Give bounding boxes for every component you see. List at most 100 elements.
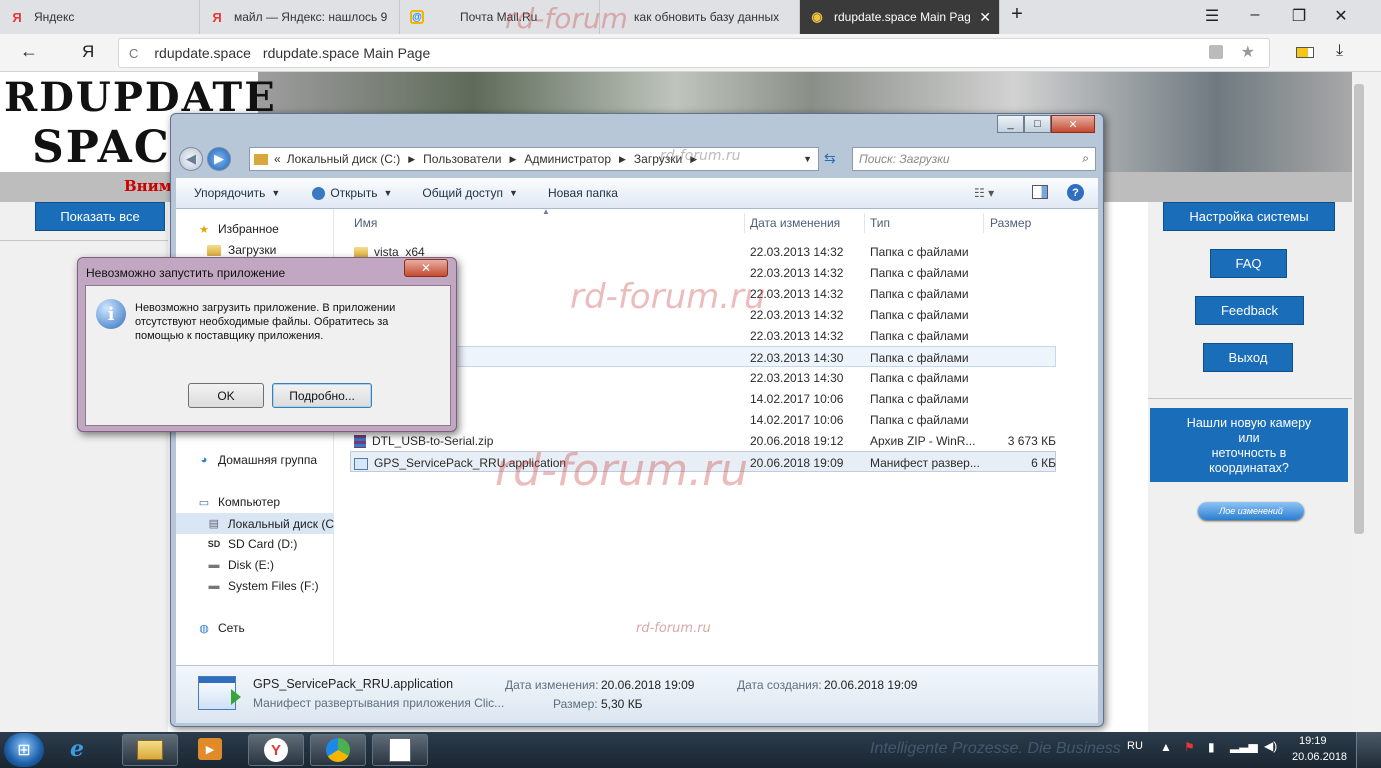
battery-icon[interactable] — [1296, 47, 1314, 58]
watermark: rd-forum.ru — [570, 277, 766, 317]
battery-icon[interactable]: ▮ — [1208, 740, 1215, 754]
back-button[interactable]: ← — [20, 41, 38, 62]
search-icon[interactable]: ⌕ — [1082, 151, 1089, 166]
close-icon[interactable]: ✕ — [404, 259, 448, 277]
internet-explorer-icon[interactable]: e — [70, 736, 84, 762]
media-player-icon[interactable]: ▶ — [198, 738, 222, 760]
share-button[interactable]: Общий доступ ▼ — [422, 186, 518, 200]
help-icon[interactable]: ? — [1067, 184, 1084, 201]
reload-icon[interactable]: C — [129, 46, 138, 61]
flag-icon[interactable]: ⚑ — [1184, 740, 1195, 754]
url-field[interactable]: C rdupdate.space rdupdate.space Main Pag… — [118, 38, 1270, 68]
nav-favorites[interactable]: ★ Избранное — [196, 222, 279, 236]
report-camera-box[interactable]: Нашли новую камеру или неточность в коор… — [1150, 408, 1348, 482]
logout-button[interactable]: Выход — [1203, 343, 1293, 372]
column-type[interactable]: Тип — [870, 216, 890, 230]
taskbar: ⊞ e ▶ Y Intelligente Prozesse. Die Busin… — [0, 732, 1381, 768]
search-input[interactable]: Поиск: Загрузки ⌕ — [852, 147, 1096, 171]
details-size-label: Размер: — [553, 697, 598, 711]
minimize-icon[interactable]: _ — [997, 115, 1024, 133]
system-settings-button[interactable]: Настройка системы — [1163, 202, 1335, 231]
caret-down-icon: ▼ — [271, 188, 281, 198]
dialog-message: Невозможно загрузить приложение. В прило… — [135, 302, 396, 342]
show-desktop-button[interactable] — [1356, 732, 1381, 768]
nav-homegroup[interactable]: ◕ Домашняя группа — [196, 453, 317, 467]
nav-label: Компьютер — [218, 495, 281, 509]
view-options-icon[interactable]: ☷ ▾ — [974, 186, 994, 200]
new-tab-button[interactable]: + — [1002, 3, 1032, 26]
close-window-icon[interactable]: ✕ — [1326, 6, 1356, 26]
dialog-title: Невозможно запустить приложение — [86, 266, 286, 280]
download-icon[interactable]: ⤓ — [1336, 42, 1343, 60]
nav-local-disk[interactable]: ▤ Локальный диск (C — [176, 513, 334, 534]
close-icon[interactable]: ✕ — [1051, 115, 1095, 133]
nav-system-files[interactable]: ▬ System Files (F:) — [206, 579, 319, 593]
feedback-button[interactable]: Feedback — [1195, 296, 1304, 325]
sort-indicator-icon: ▲ — [542, 207, 550, 216]
details-button[interactable]: Подробно... — [272, 383, 372, 408]
new-folder-button[interactable]: Новая папка — [548, 186, 618, 200]
breadcrumb-local-disk[interactable]: Локальный диск (C:) — [287, 152, 401, 166]
column-divider[interactable] — [864, 213, 865, 233]
close-tab-icon[interactable]: ✕ — [979, 9, 991, 26]
watermark: Intelligente Prozesse. Die Business — [870, 740, 1121, 757]
forward-arrow-icon[interactable]: ▶ — [207, 147, 231, 171]
tab-bar: Я Яндекс Я майл — Яндекс: нашлось 9 @ По… — [0, 0, 1381, 34]
file-date: 14.02.2017 10:06 — [750, 413, 844, 427]
show-all-button[interactable]: Показать все — [35, 202, 165, 231]
start-button[interactable]: ⊞ — [4, 733, 44, 767]
nav-disk-e[interactable]: ▬ Disk (E:) — [206, 558, 275, 572]
lock-icon[interactable] — [1209, 45, 1223, 59]
tab-forum[interactable]: как обновить базу данных — [600, 0, 800, 34]
nav-downloads[interactable]: Загрузки — [206, 243, 276, 257]
chevron-right-icon: ▶ — [509, 153, 517, 164]
maximize-icon[interactable]: □ — [1024, 115, 1051, 133]
column-name[interactable]: Имя — [354, 216, 377, 230]
tray-expand-icon[interactable]: ▲ — [1160, 740, 1172, 754]
yandex-browser-icon: Y — [264, 738, 288, 762]
dialog-taskbar-button[interactable] — [372, 734, 428, 766]
tab-yandex-search[interactable]: Я майл — Яндекс: нашлось 9 — [200, 0, 400, 34]
camera-box-line: или — [1238, 431, 1260, 445]
preview-pane-icon[interactable] — [1032, 185, 1048, 199]
volume-icon[interactable]: ◀) — [1264, 739, 1277, 753]
language-indicator[interactable]: RU — [1127, 740, 1143, 752]
explorer-taskbar-button[interactable] — [122, 734, 178, 766]
scrollbar-thumb[interactable] — [1354, 84, 1364, 534]
homegroup-icon: ◕ — [200, 454, 208, 466]
clock-time[interactable]: 19:19 — [1299, 735, 1327, 747]
menu-icon[interactable]: ☰ — [1197, 6, 1227, 26]
refresh-icon[interactable]: ⇆ — [824, 150, 836, 167]
open-button[interactable]: Открыть ▼ — [312, 186, 392, 200]
breadcrumb-admin[interactable]: Администратор — [524, 152, 611, 166]
file-date: 20.06.2018 19:12 — [750, 434, 844, 448]
changes-button[interactable]: Лое изменений — [1198, 502, 1304, 520]
clock-date[interactable]: 20.06.2018 — [1292, 751, 1347, 763]
faq-button[interactable]: FAQ — [1210, 249, 1287, 278]
bookmark-star-icon[interactable]: ★ — [1241, 42, 1255, 62]
tab-rdupdate[interactable]: ◉ rdupdate.space Main Pag ✕ — [800, 0, 1000, 34]
breadcrumb-overflow[interactable]: « — [274, 152, 281, 166]
column-date[interactable]: Дата изменения — [750, 216, 840, 230]
organize-button[interactable]: Упорядочить ▼ — [194, 186, 280, 200]
nav-computer[interactable]: ▭ Компьютер — [196, 495, 280, 509]
column-divider[interactable] — [744, 213, 745, 233]
yandex-browser-taskbar-button[interactable]: Y — [248, 734, 304, 766]
yandex-logo[interactable]: Я — [82, 42, 94, 62]
path-dropdown-icon[interactable]: ▼ — [803, 154, 812, 164]
caret-down-icon: ▼ — [383, 188, 393, 198]
restore-icon[interactable]: ❐ — [1284, 6, 1314, 26]
back-arrow-icon[interactable]: ◀ — [179, 147, 203, 171]
tab-yandex[interactable]: Я Яндекс — [0, 0, 200, 34]
app-taskbar-button[interactable] — [310, 734, 366, 766]
signal-icon[interactable]: ▂▃▅ — [1230, 739, 1258, 753]
ok-button[interactable]: OK — [188, 383, 264, 408]
yandex-icon: Я — [212, 9, 222, 25]
minimize-icon[interactable]: – — [1240, 6, 1270, 24]
column-divider[interactable] — [983, 213, 984, 233]
nav-sd-card[interactable]: SD SD Card (D:) — [206, 537, 298, 551]
open-label: Открыть — [330, 186, 378, 200]
nav-network[interactable]: ◍ Сеть — [196, 621, 245, 635]
breadcrumb-users[interactable]: Пользователи — [423, 152, 501, 166]
column-size[interactable]: Размер — [990, 216, 1031, 230]
